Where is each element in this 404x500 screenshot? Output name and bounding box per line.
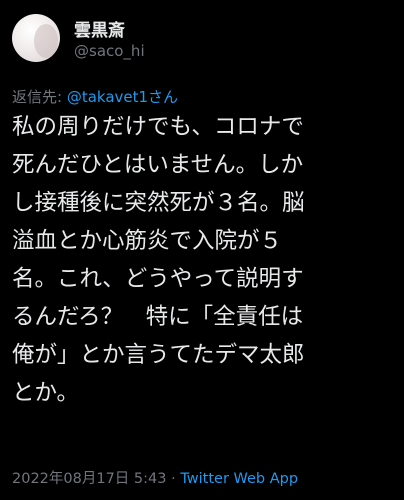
tweet: 雲黒斎 @saco_hi 返信先: @takavet1さん 私の周りだけでも、コ… [0, 0, 404, 500]
tweet-line: 名。これ、どうやって説明す [12, 266, 304, 292]
tweet-line: るんだろ？ 特に「全責任は [12, 304, 304, 330]
tweet-meta: 2022年08月17日 5:43 · Twitter Web App [12, 467, 298, 488]
author-handle[interactable]: @saco_hi [74, 42, 145, 60]
tweet-body: 私の周りだけでも、コロナで 死んだひとはいません。しか し接種後に突然死が３名。… [12, 108, 398, 412]
reply-to-label: 返信先: [12, 88, 67, 106]
avatar[interactable] [12, 14, 60, 62]
tweet-line: し接種後に突然死が３名。脳 [12, 190, 305, 216]
avatar-image [34, 24, 58, 58]
source-link[interactable]: Twitter Web App [180, 471, 298, 487]
author-display-name[interactable]: 雲黒斎 [74, 16, 125, 41]
tweet-line: 私の周りだけでも、コロナで [12, 114, 304, 140]
tweet-line: 死んだひとはいません。しか [12, 152, 304, 178]
reply-to-line: 返信先: @takavet1さん [12, 86, 178, 107]
meta-separator: · [166, 471, 181, 487]
tweet-line: とか。 [12, 380, 80, 406]
tweet-line: 溢血とか心筋炎で入院が５ [12, 228, 283, 254]
reply-mention-link[interactable]: @takavet1さん [67, 88, 178, 106]
timestamp[interactable]: 2022年08月17日 5:43 [12, 471, 166, 487]
tweet-line: 俺が」とか言うてたデマ太郎 [12, 342, 305, 368]
